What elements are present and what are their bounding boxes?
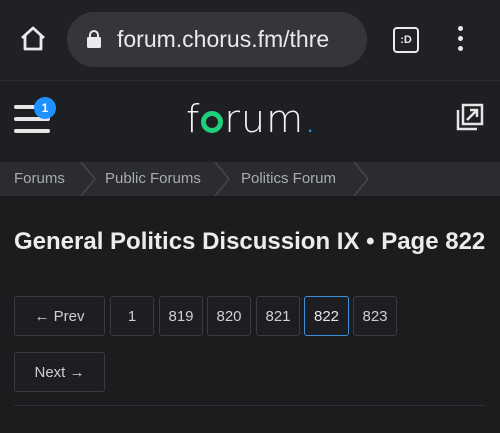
page-link-822-current[interactable]: 822 — [304, 296, 349, 336]
page-link-823[interactable]: 823 — [353, 296, 397, 336]
chevron-right-icon — [80, 162, 96, 196]
page-link-819[interactable]: 819 — [159, 296, 203, 336]
logo-o-ring-icon — [201, 111, 224, 133]
page-link-821[interactable]: 821 — [256, 296, 300, 336]
breadcrumb-item-forums[interactable]: Forums — [14, 162, 65, 196]
logo-letter-f: f — [186, 97, 201, 141]
logo-period: . — [304, 97, 318, 141]
logo-letters-rum: rum — [224, 97, 305, 141]
overflow-menu-icon[interactable] — [455, 26, 465, 54]
breadcrumb-item-politics-forum[interactable]: Politics Forum — [241, 162, 336, 196]
divider — [14, 405, 486, 406]
next-page-button[interactable]: Next → — [14, 352, 105, 392]
url-text: forum.chorus.fm/thre — [117, 26, 330, 52]
site-header: 1 f rum. — [0, 80, 500, 163]
breadcrumb-item-public-forums[interactable]: Public Forums — [105, 162, 201, 196]
lock-icon — [87, 30, 101, 48]
address-bar[interactable]: forum.chorus.fm/thre — [67, 12, 367, 67]
chevron-right-icon — [353, 162, 369, 196]
page-link-820[interactable]: 820 — [207, 296, 251, 336]
browser-toolbar: forum.chorus.fm/thre :D — [0, 0, 500, 80]
chevron-right-icon — [214, 162, 230, 196]
forum-logo[interactable]: f rum. — [186, 97, 317, 141]
external-link-icon[interactable] — [455, 102, 485, 132]
home-icon[interactable] — [20, 26, 46, 52]
tab-switcher-button[interactable]: :D — [393, 27, 419, 53]
breadcrumb: Forums Public Forums Politics Forum — [0, 162, 500, 197]
notification-badge: 1 — [34, 97, 56, 119]
page-title: General Politics Discussion IX • Page 82… — [14, 228, 486, 255]
page-link-1[interactable]: 1 — [110, 296, 154, 336]
prev-page-button[interactable]: ← Prev — [14, 296, 105, 336]
